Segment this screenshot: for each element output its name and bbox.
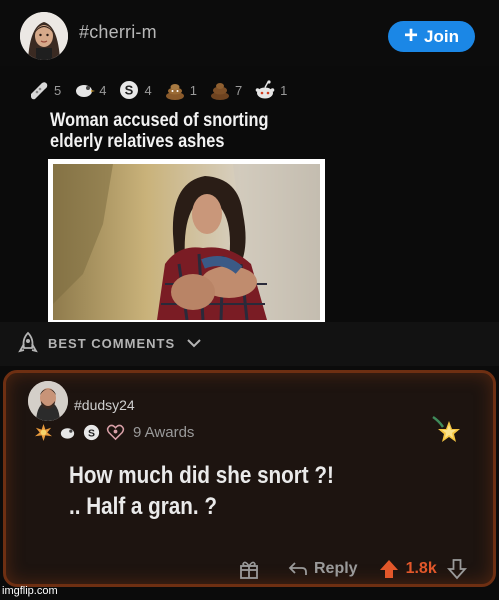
heart-award-icon (106, 424, 125, 441)
snoo-award-icon (255, 80, 275, 99)
bird-award-icon (60, 428, 75, 439)
gift-icon[interactable] (238, 558, 260, 580)
author-name[interactable]: #cherri-m (79, 22, 157, 43)
bird-award-icon (76, 85, 96, 97)
best-comments-sort[interactable]: BEST COMMENTS (0, 322, 499, 366)
star-award-icon (432, 415, 460, 442)
join-button[interactable]: + Join (388, 21, 475, 52)
post-headline[interactable]: Woman accused of snorting elderly relati… (50, 110, 291, 152)
svg-text:S: S (88, 428, 95, 439)
reply-label: Reply (314, 560, 358, 577)
woman-photo (53, 164, 320, 320)
reply-arrow-icon (288, 562, 307, 575)
explosion-award-icon (34, 423, 53, 442)
comment-card: #dudsy24 S 9 Awards How much did she sno… (3, 370, 496, 587)
bandaid-award-icon (31, 82, 48, 100)
poop-pile-award-icon (210, 83, 229, 100)
award-item[interactable]: S 4 (118, 79, 152, 101)
downvote-icon[interactable] (446, 558, 467, 580)
awards-count: 9 Awards (133, 424, 195, 441)
comment-actions: Reply 1.8k (238, 556, 467, 582)
award-item[interactable]: 5 (28, 79, 61, 101)
svg-text:S: S (125, 83, 134, 98)
comment-awards[interactable]: S 9 Awards (34, 423, 194, 442)
poop-award-icon (165, 84, 184, 100)
post-awards[interactable]: 5 4 S 4 1 7 1 (28, 77, 295, 103)
award-item[interactable]: 4 (73, 79, 106, 101)
award-item[interactable]: 1 (164, 79, 197, 101)
watermark: imgflip.com (2, 585, 58, 597)
plus-icon: + (404, 21, 419, 49)
best-comments-label: BEST COMMENTS (48, 336, 176, 351)
comment-text: How much did she snort ?! .. Half a gran… (69, 462, 334, 520)
reply-button[interactable]: Reply (288, 560, 358, 578)
rocket-icon (18, 331, 38, 353)
upvote-icon[interactable] (378, 558, 400, 580)
post-header: #cherri-m + Join (0, 0, 499, 66)
commenter-name[interactable]: #dudsy24 (74, 397, 135, 413)
vote-score: 1.8k (405, 560, 437, 577)
award-item[interactable]: 7 (209, 79, 242, 101)
post-image[interactable] (48, 159, 325, 325)
silver-award-icon: S (120, 81, 139, 99)
award-item[interactable]: 1 (254, 79, 287, 101)
silver-award-icon: S (83, 424, 100, 441)
commenter-avatar[interactable] (28, 381, 68, 421)
author-avatar[interactable] (20, 12, 68, 60)
chevron-down-icon (187, 339, 201, 348)
join-label: Join (424, 26, 459, 46)
